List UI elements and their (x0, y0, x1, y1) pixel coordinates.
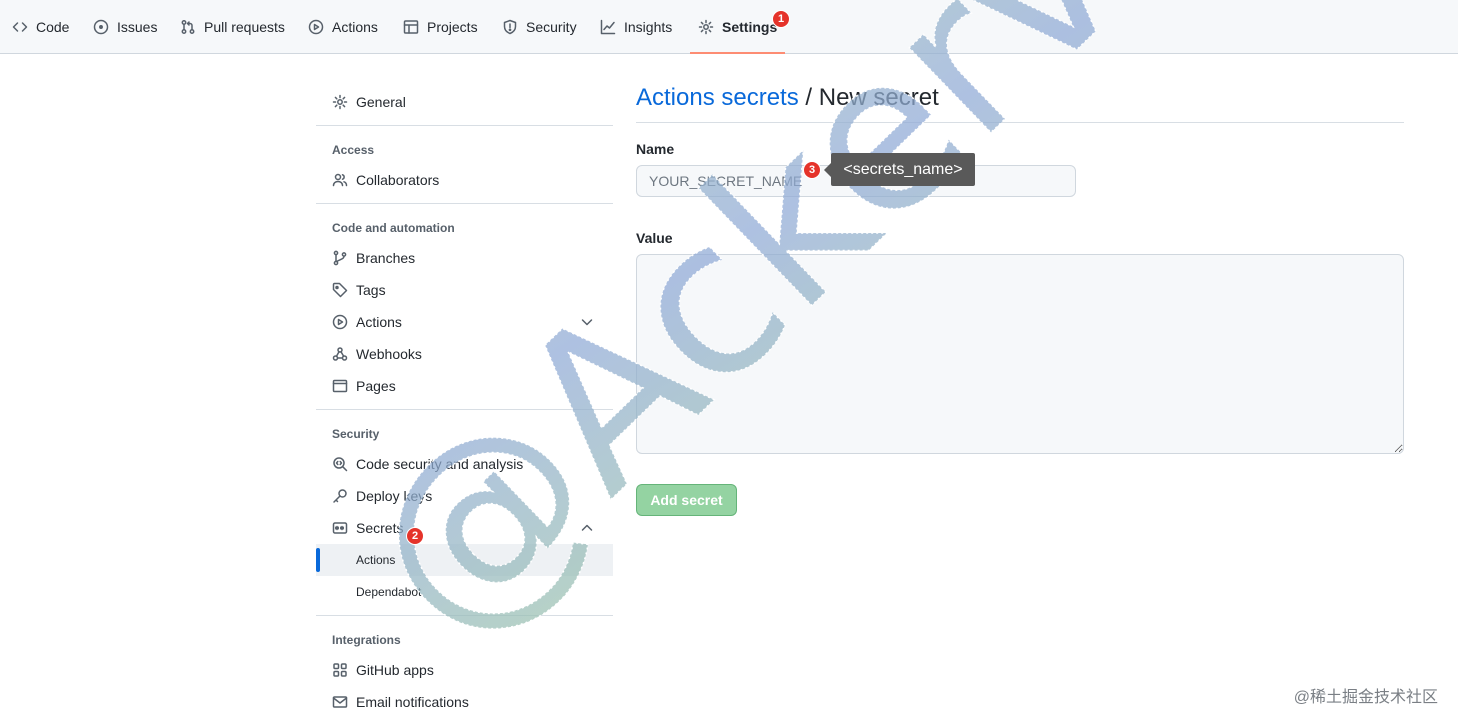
key-asterisk-icon (332, 522, 348, 534)
code-icon (12, 22, 28, 32)
sidebar-item-email-notifications[interactable]: Email notifications (316, 686, 613, 718)
sidebar-item-collaborators[interactable]: Collaborators (316, 164, 613, 196)
sidebar-divider (316, 125, 613, 126)
tag-icon (332, 282, 348, 298)
tab-insights[interactable]: Insights (600, 0, 672, 54)
sidebar-item-secrets[interactable]: Secrets (316, 512, 613, 544)
step-marker-1: 1 (772, 10, 790, 28)
sidebar-subitem-secrets-actions[interactable]: Actions (316, 544, 613, 576)
key-icon (333, 489, 347, 503)
codescan-icon (333, 457, 348, 472)
sidebar-item-label: Email notifications (356, 694, 469, 710)
sidebar-heading-code-automation: Code and automation (332, 221, 455, 235)
tab-issues[interactable]: Issues (93, 0, 157, 54)
tab-security[interactable]: Security (502, 0, 577, 54)
breadcrumb-actions-secrets[interactable]: Actions secrets (636, 84, 799, 111)
sidebar-item-label: General (356, 94, 406, 110)
sidebar-item-label: Deploy keys (356, 488, 433, 504)
secret-name-tooltip: <secrets_name> (824, 153, 975, 186)
tab-actions[interactable]: Actions (308, 0, 378, 54)
tab-pull-requests[interactable]: Pull requests (180, 0, 285, 54)
graph-icon (600, 19, 616, 35)
shield-icon (503, 19, 517, 35)
sidebar-item-branches[interactable]: Branches (316, 242, 613, 274)
sidebar-item-label: Code security and analysis (356, 456, 524, 472)
git-branch-icon (333, 250, 347, 266)
tab-projects-label: Projects (427, 19, 478, 35)
sidebar-item-label: Collaborators (356, 172, 440, 188)
sidebar-item-actions[interactable]: Actions (316, 306, 613, 338)
sidebar-item-label: GitHub apps (356, 662, 434, 678)
sidebar-divider (316, 203, 613, 204)
mail-icon (332, 696, 348, 708)
sidebar-item-label: Secrets (356, 520, 404, 536)
sidebar-item-general[interactable]: General (316, 86, 613, 118)
browser-icon (332, 379, 348, 393)
webhook-icon (332, 347, 348, 361)
sidebar-item-label: Tags (356, 282, 386, 298)
sidebar-item-deploy-keys[interactable]: Deploy keys (316, 480, 613, 512)
sidebar-divider (316, 615, 613, 616)
sidebar-heading-security: Security (332, 427, 380, 441)
tab-pull-requests-label: Pull requests (204, 19, 285, 35)
tab-code[interactable]: Code (12, 0, 69, 54)
repo-navigation: Code Issues Pull requests Actions Projec… (0, 0, 1458, 54)
sidebar-item-pages[interactable]: Pages (316, 370, 613, 402)
sidebar-item-label: Webhooks (356, 346, 422, 362)
sidebar-heading-integrations: Integrations (332, 633, 401, 647)
sidebar-heading-access: Access (332, 143, 375, 157)
issue-opened-icon (93, 19, 109, 35)
tab-security-label: Security (526, 19, 577, 35)
sidebar-subitem-label: Dependabot (356, 585, 422, 599)
sidebar-subitem-label: Actions (356, 553, 396, 567)
corner-watermark: @稀土掘金技术社区 (1293, 689, 1438, 706)
tab-insights-label: Insights (624, 19, 673, 35)
tab-settings[interactable]: Settings (689, 0, 786, 54)
sidebar-divider (316, 409, 613, 410)
gear-icon (698, 19, 714, 35)
git-pull-request-icon (181, 20, 195, 34)
step-marker-3: 3 (803, 161, 821, 179)
sidebar-item-label: Branches (356, 250, 416, 266)
tab-settings-label: Settings (722, 19, 778, 35)
title-divider (636, 122, 1404, 123)
tab-issues-label: Issues (117, 19, 158, 35)
people-icon (332, 173, 348, 187)
tab-actions-label: Actions (332, 19, 378, 35)
play-icon (308, 19, 324, 35)
tab-projects[interactable]: Projects (403, 0, 478, 54)
table-icon (403, 20, 419, 34)
name-label: Name (636, 141, 675, 157)
sidebar-item-code-security[interactable]: Code security and analysis (316, 448, 613, 480)
sidebar-item-label: Pages (356, 378, 396, 394)
sidebar-item-tags[interactable]: Tags (316, 274, 613, 306)
play-icon (332, 314, 348, 330)
add-secret-button[interactable]: Add secret (636, 484, 737, 516)
page-title: Actions secrets / New secret (636, 80, 1404, 116)
sidebar-subitem-secrets-dependabot[interactable]: Dependabot (316, 576, 613, 608)
value-label: Value (636, 230, 673, 246)
secret-value-textarea[interactable] (636, 254, 1404, 454)
sidebar-item-github-apps[interactable]: GitHub apps (316, 654, 613, 686)
new-secret-form: Actions secrets / New secret Name Value … (636, 80, 1404, 516)
gear-icon (332, 94, 348, 110)
sidebar-item-webhooks[interactable]: Webhooks (316, 338, 613, 370)
sidebar-item-label: Actions (356, 314, 402, 330)
tab-code-label: Code (36, 19, 70, 35)
page-title-text: New secret (818, 84, 939, 111)
breadcrumb-separator: / (798, 84, 819, 111)
chevron-down-icon[interactable] (579, 314, 595, 330)
step-marker-2: 2 (406, 527, 424, 545)
chevron-up-icon[interactable] (579, 520, 595, 536)
apps-icon (333, 663, 347, 677)
